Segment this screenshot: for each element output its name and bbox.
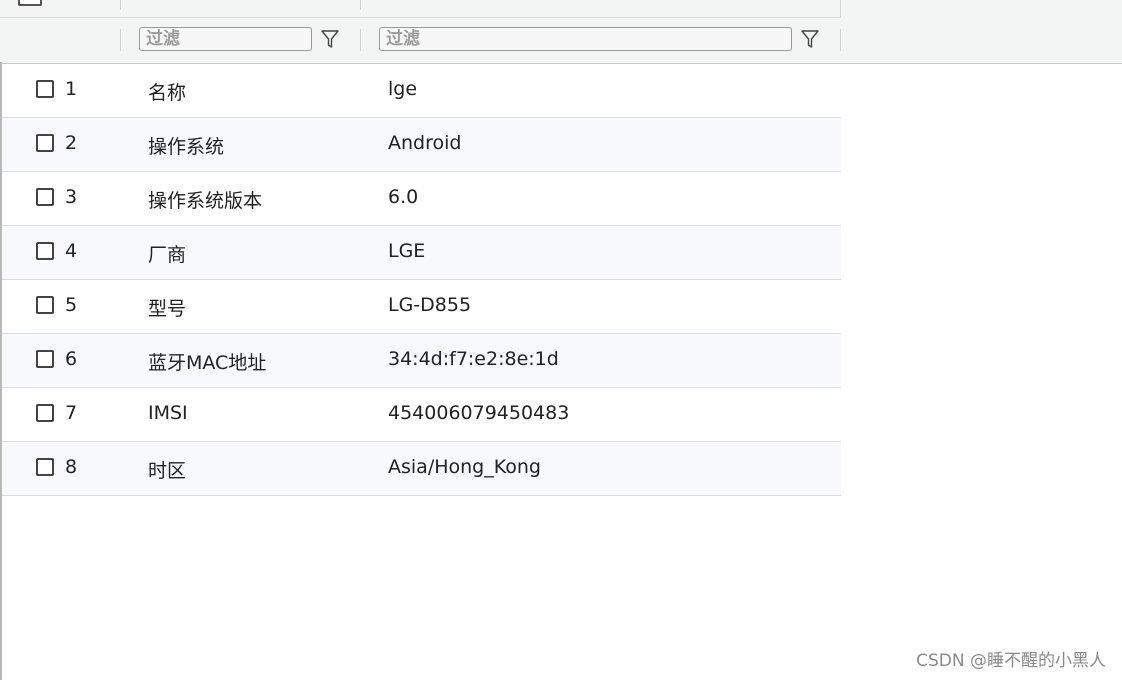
row-value-cell: Android bbox=[388, 132, 462, 154]
row-name-cell: 操作系统 bbox=[148, 136, 225, 158]
column-separator[interactable] bbox=[360, 29, 361, 51]
row-checkbox[interactable] bbox=[36, 134, 54, 152]
row-value-cell: LGE bbox=[388, 240, 426, 262]
row-value-cell: 34:4d:f7:e2:8e:1d bbox=[388, 348, 559, 370]
row-index: 3 bbox=[65, 186, 78, 208]
row-name-cell: 蓝牙MAC地址 bbox=[148, 352, 267, 374]
row-value-cell: Asia/Hong_Kong bbox=[388, 456, 541, 478]
table-row[interactable]: 4 厂商 LGE bbox=[2, 226, 841, 280]
row-index: 4 bbox=[65, 240, 78, 262]
row-value-cell: 6.0 bbox=[388, 186, 419, 208]
table-row[interactable]: 5 型号 LG-D855 bbox=[2, 280, 841, 334]
row-index: 5 bbox=[65, 294, 78, 316]
row-checkbox[interactable] bbox=[36, 404, 54, 422]
row-index: 2 bbox=[65, 132, 78, 154]
row-name-cell: IMSI bbox=[148, 402, 188, 424]
row-name-cell: 操作系统版本 bbox=[148, 190, 263, 212]
row-index: 8 bbox=[65, 456, 78, 478]
data-grid-page: 1 名称 lge 2 操作系统 Android 3 操作系统版本 6.0 4 厂商 LGE 5 型号 LG-… bbox=[0, 0, 1122, 680]
row-name-cell: 时区 bbox=[148, 460, 187, 482]
value-filter-input[interactable] bbox=[379, 27, 792, 51]
column-separator[interactable] bbox=[120, 29, 121, 51]
row-checkbox[interactable] bbox=[36, 188, 54, 206]
table-row[interactable]: 1 名称 lge bbox=[2, 64, 841, 118]
name-filter-funnel-icon[interactable] bbox=[319, 28, 341, 50]
row-index: 1 bbox=[65, 78, 78, 100]
table-row[interactable]: 2 操作系统 Android bbox=[2, 118, 841, 172]
grid-body: 1 名称 lge 2 操作系统 Android 3 操作系统版本 6.0 4 厂商 LGE 5 型号 LG-… bbox=[2, 64, 841, 496]
value-filter-funnel-icon[interactable] bbox=[799, 28, 821, 50]
column-separator[interactable] bbox=[360, 0, 361, 10]
row-checkbox[interactable] bbox=[36, 242, 54, 260]
row-name-cell: 型号 bbox=[148, 298, 187, 320]
table-row[interactable]: 3 操作系统版本 6.0 bbox=[2, 172, 841, 226]
row-checkbox[interactable] bbox=[36, 350, 54, 368]
name-filter-input[interactable] bbox=[139, 27, 312, 51]
table-row[interactable]: 8 时区 Asia/Hong_Kong bbox=[2, 442, 841, 496]
row-name-cell: 厂商 bbox=[148, 244, 187, 266]
row-checkbox[interactable] bbox=[36, 458, 54, 476]
row-value-cell: 454006079450483 bbox=[388, 402, 570, 424]
table-row[interactable]: 6 蓝牙MAC地址 34:4d:f7:e2:8e:1d bbox=[2, 334, 841, 388]
row-name-cell: 名称 bbox=[148, 82, 187, 104]
row-value-cell: lge bbox=[388, 78, 418, 100]
row-value-cell: LG-D855 bbox=[388, 294, 472, 316]
column-header-row bbox=[0, 0, 841, 18]
row-checkbox[interactable] bbox=[36, 80, 54, 98]
column-separator[interactable] bbox=[840, 29, 841, 51]
table-row[interactable]: 7 IMSI 454006079450483 bbox=[2, 388, 841, 442]
watermark: CSDN @睡不醒的小黑人 bbox=[916, 651, 1106, 671]
row-index: 7 bbox=[65, 402, 78, 424]
header-edge bbox=[840, 0, 841, 17]
select-all-checkbox[interactable] bbox=[18, 0, 42, 6]
row-checkbox[interactable] bbox=[36, 296, 54, 314]
grid-header bbox=[0, 0, 1122, 64]
row-index: 6 bbox=[65, 348, 78, 370]
column-separator[interactable] bbox=[120, 0, 121, 10]
